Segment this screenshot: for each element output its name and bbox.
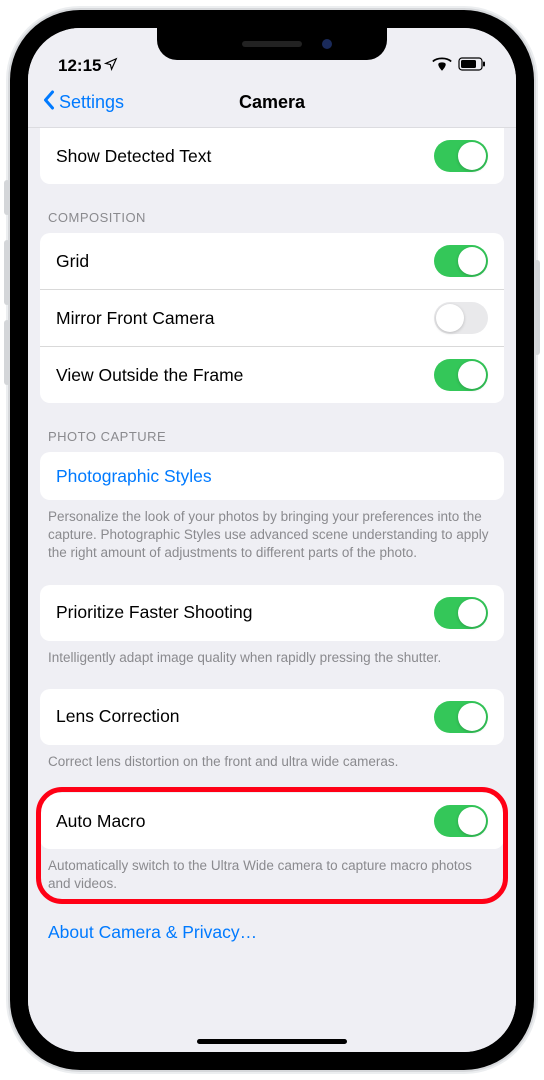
group-block-photo-styles: Photographic Styles bbox=[40, 452, 504, 500]
toggle-view-outside-frame[interactable] bbox=[434, 359, 488, 391]
location-icon bbox=[104, 56, 118, 76]
notch bbox=[157, 28, 387, 60]
row-mirror-front-camera[interactable]: Mirror Front Camera bbox=[40, 289, 504, 346]
toggle-show-detected-text[interactable] bbox=[434, 140, 488, 172]
phone-frame: 12:15 Settings Came bbox=[10, 10, 534, 1070]
group-block-auto-macro: Auto Macro bbox=[40, 793, 504, 849]
volume-up-button bbox=[4, 240, 10, 305]
row-show-detected-text[interactable]: Show Detected Text bbox=[40, 128, 504, 184]
toggle-mirror-front-camera[interactable] bbox=[434, 302, 488, 334]
back-label: Settings bbox=[59, 92, 124, 113]
footer-auto-macro: Automatically switch to the Ultra Wide c… bbox=[28, 849, 516, 897]
toggle-grid[interactable] bbox=[434, 245, 488, 277]
group-block-faster-shooting: Prioritize Faster Shooting bbox=[40, 585, 504, 641]
home-indicator[interactable] bbox=[197, 1039, 347, 1044]
toggle-prioritize-faster-shooting[interactable] bbox=[434, 597, 488, 629]
page-title: Camera bbox=[239, 92, 305, 113]
footer-photographic-styles: Personalize the look of your photos by b… bbox=[28, 500, 516, 567]
toggle-auto-macro[interactable] bbox=[434, 805, 488, 837]
row-lens-correction[interactable]: Lens Correction bbox=[40, 689, 504, 745]
row-label: Lens Correction bbox=[56, 706, 180, 727]
footer-faster-shooting: Intelligently adapt image quality when r… bbox=[28, 641, 516, 671]
toggle-lens-correction[interactable] bbox=[434, 701, 488, 733]
battery-icon bbox=[458, 56, 486, 76]
row-view-outside-frame[interactable]: View Outside the Frame bbox=[40, 346, 504, 403]
section-header-composition: COMPOSITION bbox=[28, 184, 516, 233]
back-button[interactable]: Settings bbox=[28, 90, 124, 115]
footer-lens-correction: Correct lens distortion on the front and… bbox=[28, 745, 516, 775]
group-block-composition: Grid Mirror Front Camera View Outside th… bbox=[40, 233, 504, 403]
row-label: Photographic Styles bbox=[56, 466, 212, 487]
nav-bar: Settings Camera bbox=[28, 78, 516, 128]
row-label: Auto Macro bbox=[56, 811, 145, 832]
row-label: Grid bbox=[56, 251, 89, 272]
row-label: View Outside the Frame bbox=[56, 365, 243, 386]
row-grid[interactable]: Grid bbox=[40, 233, 504, 289]
row-label: Mirror Front Camera bbox=[56, 308, 215, 329]
row-prioritize-faster-shooting[interactable]: Prioritize Faster Shooting bbox=[40, 585, 504, 641]
status-time: 12:15 bbox=[58, 56, 101, 76]
row-label: Prioritize Faster Shooting bbox=[56, 602, 252, 623]
settings-content[interactable]: Show Detected Text COMPOSITION Grid Mirr… bbox=[28, 128, 516, 1052]
row-label: Show Detected Text bbox=[56, 146, 211, 167]
row-auto-macro[interactable]: Auto Macro bbox=[40, 793, 504, 849]
link-about-camera-privacy[interactable]: About Camera & Privacy… bbox=[28, 902, 516, 951]
silent-switch bbox=[4, 180, 10, 215]
chevron-left-icon bbox=[42, 90, 55, 115]
wifi-icon bbox=[432, 56, 452, 76]
power-button bbox=[534, 260, 540, 355]
group-block: Show Detected Text bbox=[40, 128, 504, 184]
screen: 12:15 Settings Came bbox=[28, 28, 516, 1052]
section-header-photo-capture: PHOTO CAPTURE bbox=[28, 403, 516, 452]
row-photographic-styles[interactable]: Photographic Styles bbox=[40, 452, 504, 500]
volume-down-button bbox=[4, 320, 10, 385]
group-block-lens-correction: Lens Correction bbox=[40, 689, 504, 745]
